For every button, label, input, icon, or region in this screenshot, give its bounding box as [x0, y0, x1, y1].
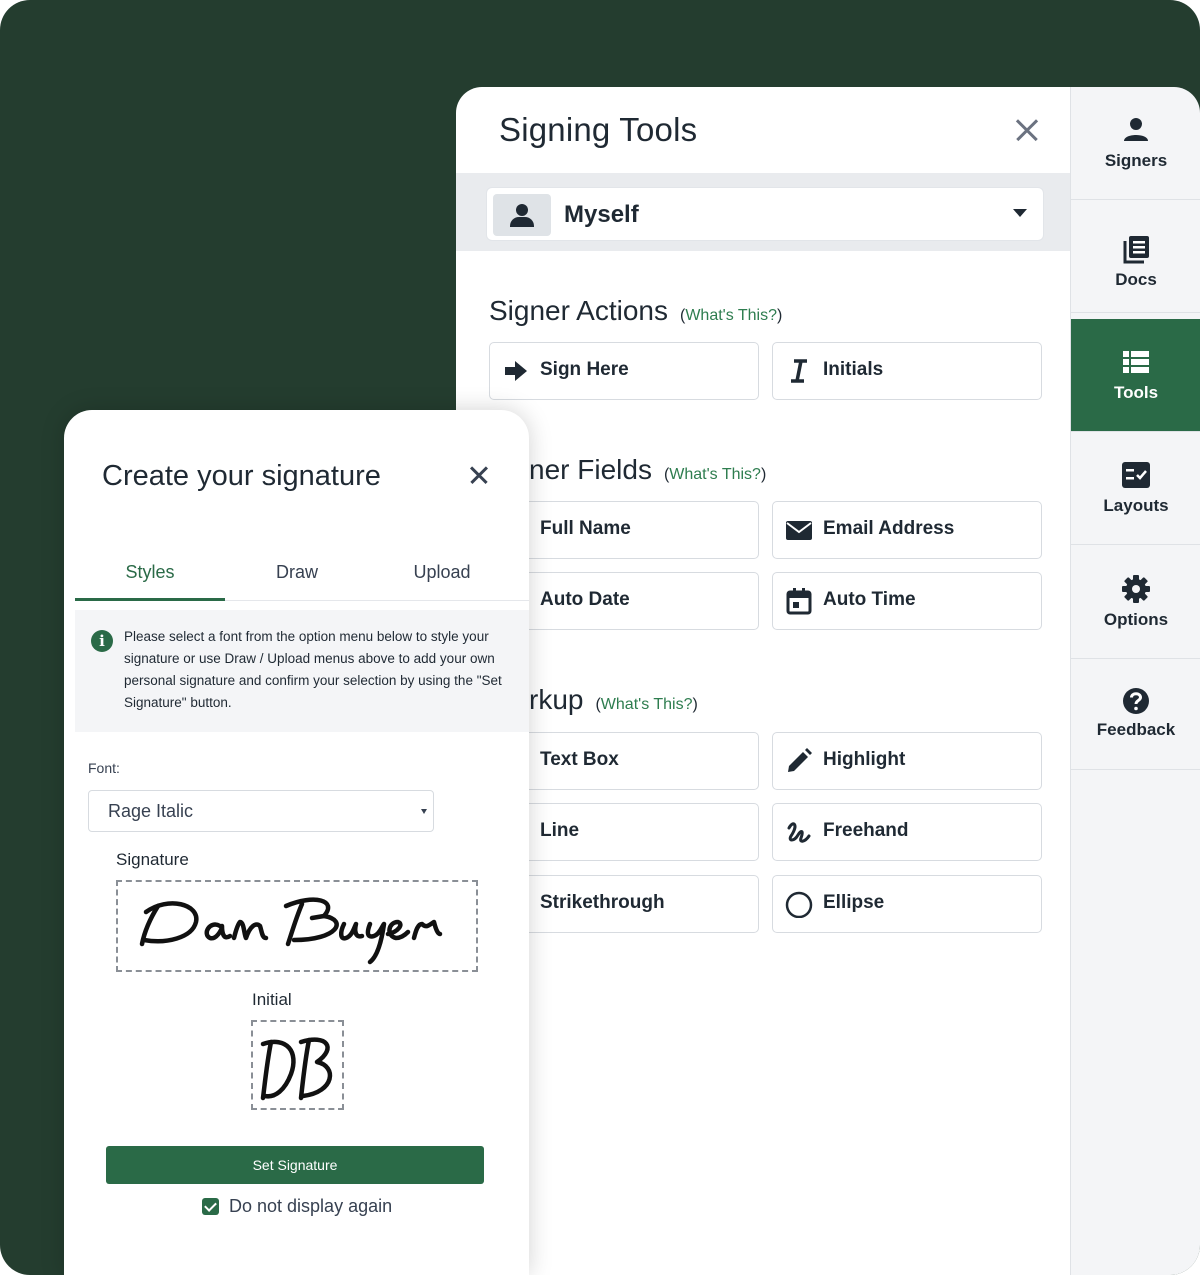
- sidebar-item-docs[interactable]: Docs: [1071, 200, 1200, 313]
- sidebar-item-label: Layouts: [1103, 496, 1169, 515]
- calendar-icon: [786, 588, 812, 615]
- section-heading-markup: rkup (What's This?): [529, 684, 698, 716]
- sidebar-item-feedback[interactable]: Feedback: [1071, 660, 1200, 770]
- sidebar-item-label: Signers: [1104, 151, 1168, 170]
- close-icon[interactable]: [466, 462, 492, 488]
- tab-styles[interactable]: Styles: [75, 555, 225, 601]
- layout-check-icon: [1122, 462, 1150, 488]
- section-heading-text: ner Fields: [529, 454, 652, 485]
- whats-this: (What's This?): [664, 466, 766, 483]
- person-icon: [510, 204, 534, 228]
- chevron-down-icon: [1013, 209, 1027, 217]
- font-label: Font:: [88, 760, 120, 776]
- initials-button[interactable]: Initials: [772, 342, 1042, 400]
- email-address-button[interactable]: Email Address: [772, 501, 1042, 559]
- paren-close: ): [777, 307, 783, 324]
- strikethrough-button[interactable]: Strikethrough: [489, 875, 759, 933]
- app-canvas: Signing Tools Myself Signer Actions (What…: [0, 0, 1200, 1275]
- do-not-display-label: Do not display again: [229, 1196, 393, 1216]
- button-label: Full Name: [540, 518, 631, 539]
- info-notice: i Please select a font from the option m…: [75, 610, 529, 732]
- sidebar-item-signers[interactable]: Signers: [1071, 87, 1200, 200]
- auto-date-button[interactable]: Auto Date: [489, 572, 759, 630]
- button-label: Sign Here: [540, 359, 629, 380]
- close-icon[interactable]: [1012, 115, 1042, 145]
- arrow-right-icon: [505, 361, 527, 381]
- highlight-button[interactable]: Highlight: [772, 732, 1042, 790]
- text-cursor-icon: [791, 359, 807, 383]
- button-label: Strikethrough: [540, 892, 665, 913]
- whats-this-link[interactable]: What's This?: [669, 466, 761, 483]
- whats-this: (What's This?): [595, 696, 697, 713]
- line-button[interactable]: Line: [489, 803, 759, 861]
- button-label: Initials: [823, 359, 884, 380]
- section-heading-text: Signer Actions: [489, 295, 668, 326]
- ellipse-button[interactable]: Ellipse: [772, 875, 1042, 933]
- signature-label: Signature: [116, 850, 189, 869]
- signature-tabs: Styles Draw Upload: [75, 555, 529, 601]
- person-icon: [1124, 118, 1148, 141]
- info-icon: i: [91, 630, 113, 652]
- sign-here-button[interactable]: Sign Here: [489, 342, 759, 400]
- avatar: [493, 194, 551, 236]
- section-heading-signer-actions: Signer Actions (What's This?): [489, 295, 782, 327]
- button-label: Auto Time: [823, 589, 916, 610]
- button-label: Line: [540, 820, 580, 841]
- signature-drawing: [139, 897, 443, 965]
- signer-dropdown[interactable]: Myself: [486, 187, 1044, 241]
- chevron-down-icon: [421, 809, 427, 814]
- button-label: Email Address: [823, 518, 955, 539]
- sidebar-item-label: Docs: [1115, 270, 1157, 289]
- gear-icon: [1122, 575, 1150, 603]
- button-label: Auto Date: [540, 589, 630, 610]
- sidebar-item-tools[interactable]: Tools: [1071, 319, 1200, 432]
- paren-close: ): [760, 466, 767, 483]
- list-icon: [1123, 351, 1149, 373]
- button-label: Highlight: [823, 749, 906, 770]
- auto-time-button[interactable]: Auto Time: [772, 572, 1042, 630]
- section-heading-text: rkup: [529, 684, 584, 715]
- create-signature-modal: Create your signature Styles Draw Upload…: [64, 410, 529, 1275]
- tab-draw[interactable]: Draw: [222, 555, 372, 601]
- font-select[interactable]: Rage Italic: [88, 790, 434, 832]
- initial-preview: [251, 1020, 344, 1110]
- whats-this-link[interactable]: What's This?: [601, 696, 693, 713]
- sidebar: Signers Docs Tools Layouts Options Feedb…: [1070, 87, 1200, 1275]
- full-name-button[interactable]: Full Name: [489, 501, 759, 559]
- sidebar-item-label: Tools: [1113, 383, 1159, 402]
- button-label: Freehand: [823, 820, 909, 841]
- question-circle-icon: [1123, 688, 1149, 714]
- font-select-value: Rage Italic: [108, 801, 194, 821]
- signing-tools-panel: Signing Tools Myself Signer Actions (What…: [456, 87, 1070, 1275]
- info-text: Please select a font from the option men…: [124, 629, 502, 710]
- initial-drawing: [260, 1037, 333, 1101]
- sidebar-item-label: Feedback: [1096, 720, 1176, 739]
- freehand-button[interactable]: Freehand: [772, 803, 1042, 861]
- paren-close: ): [692, 696, 698, 713]
- section-heading-signer-fields: ner Fields (What's This?): [529, 454, 766, 486]
- envelope-icon: [786, 521, 812, 540]
- sidebar-item-label: Options: [1103, 610, 1169, 629]
- checkbox-checked-icon[interactable]: [202, 1198, 219, 1215]
- text-box-button[interactable]: Text Box: [489, 732, 759, 790]
- circle-icon: [785, 891, 813, 918]
- initial-label: Initial: [252, 990, 292, 1009]
- set-signature-button[interactable]: Set Signature: [106, 1146, 484, 1184]
- modal-title: Create your signature: [102, 460, 381, 492]
- signer-name: Myself: [564, 201, 639, 228]
- tab-upload[interactable]: Upload: [367, 555, 517, 601]
- pencil-icon: [788, 748, 812, 772]
- sidebar-item-layouts[interactable]: Layouts: [1071, 432, 1200, 545]
- signature-preview: [116, 880, 478, 972]
- freehand-icon: [787, 822, 811, 843]
- documents-icon: [1123, 236, 1149, 264]
- whats-this-link[interactable]: What's This?: [685, 307, 777, 324]
- button-label: Text Box: [540, 749, 619, 770]
- whats-this: (What's This?): [680, 307, 782, 324]
- panel-title: Signing Tools: [499, 111, 698, 148]
- sidebar-item-options[interactable]: Options: [1071, 546, 1200, 659]
- button-label: Ellipse: [823, 892, 885, 913]
- tools-header: Signing Tools: [456, 87, 1070, 173]
